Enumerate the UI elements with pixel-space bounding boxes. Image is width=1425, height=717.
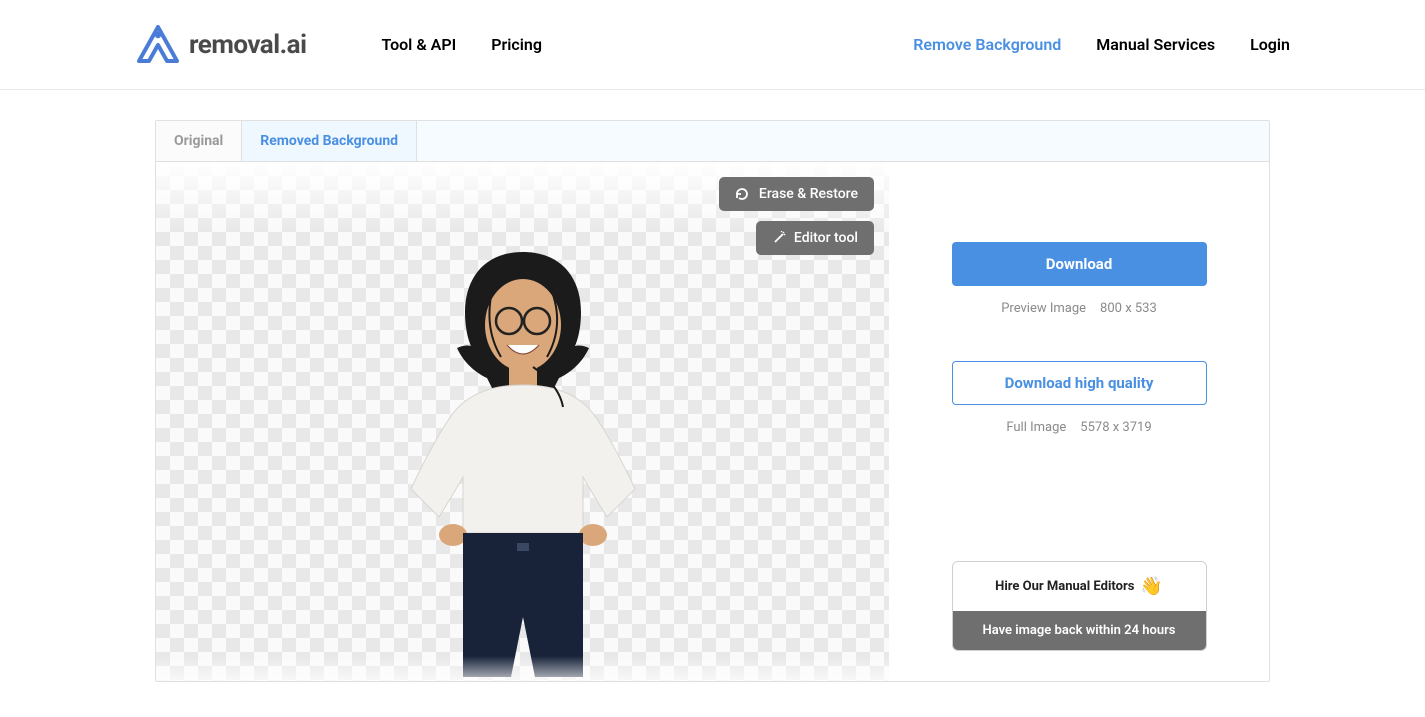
hire-manual-editors-card[interactable]: Hire Our Manual Editors 👋 Have image bac… [952,561,1207,651]
nav-tool-api[interactable]: Tool & API [381,35,456,54]
nav-remove-background[interactable]: Remove Background [913,35,1061,54]
nav-right: Remove Background Manual Services Login [913,35,1290,54]
editor-tool-button[interactable]: Editor tool [756,221,874,255]
erase-restore-button[interactable]: Erase & Restore [719,177,874,211]
download-sidebar: Download Preview Image 800 x 533 Downloa… [889,162,1269,681]
waving-hand-icon: 👋 [1140,576,1162,597]
hire-subtitle: Have image back within 24 hours [953,611,1206,650]
eraser-icon [735,187,751,201]
nav-login[interactable]: Login [1250,35,1290,54]
preview-image-dimensions: 800 x 533 [1100,301,1157,316]
download-button[interactable]: Download [952,242,1207,286]
image-preview: Erase & Restore Editor tool [156,162,889,681]
full-image-dimensions: 5578 x 3719 [1080,420,1151,435]
nav-manual-services[interactable]: Manual Services [1096,35,1215,54]
logo-mark-icon [135,25,181,65]
logo[interactable]: removal.ai [135,25,306,65]
header: removal.ai Tool & API Pricing Remove Bac… [0,0,1425,90]
download-high-quality-button[interactable]: Download high quality [952,361,1207,405]
nav-left: Tool & API Pricing [381,35,542,54]
full-image-label: Full Image [1006,420,1066,435]
tabs: Original Removed Background [156,121,1269,161]
tab-original[interactable]: Original [156,121,242,161]
magic-wand-icon [772,231,786,245]
subject-image [383,217,663,681]
nav-pricing[interactable]: Pricing [491,35,542,54]
tab-removed-background[interactable]: Removed Background [242,121,417,161]
logo-text: removal.ai [189,30,306,60]
result-panel: Original Removed Background Erase & R [155,120,1270,682]
preview-image-label: Preview Image [1001,301,1086,316]
hire-title: Hire Our Manual Editors [995,579,1134,594]
